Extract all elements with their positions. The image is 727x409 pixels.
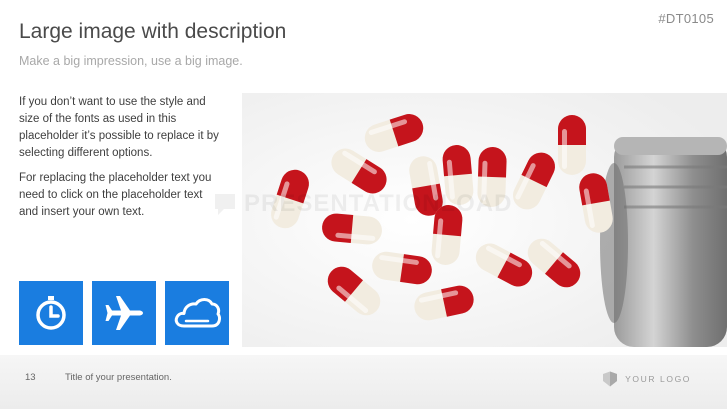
logo-text: YOUR LOGO	[625, 374, 691, 384]
airplane-tile	[92, 281, 156, 345]
slide-title: Large image with description	[19, 20, 287, 43]
stopwatch-icon	[36, 296, 66, 330]
logo-icon	[603, 371, 618, 387]
logo: YOUR LOGO	[602, 371, 691, 387]
stopwatch-tile	[19, 281, 83, 345]
watermark-icon	[215, 194, 235, 215]
watermark-text: PRESENTATIONLOAD	[244, 190, 513, 217]
cloud-tile	[165, 281, 229, 345]
pills-photo	[242, 93, 727, 347]
slide-subtitle: Make a big impression, use a big image.	[19, 54, 243, 68]
cloud-icon	[174, 298, 222, 328]
footer-title: Title of your presentation.	[65, 372, 172, 383]
slide: #DT0105 Large image with description Mak…	[0, 0, 727, 409]
page-number: 13	[25, 372, 36, 383]
paragraph-1: If you don’t want to use the style and s…	[19, 96, 219, 159]
airplane-icon	[105, 296, 143, 330]
slide-code: #DT0105	[658, 11, 714, 26]
description-text: If you don’t want to use the style and s…	[19, 94, 219, 229]
paragraph-2: For replacing the placeholder text you n…	[19, 172, 212, 218]
pill-bottle	[600, 137, 727, 347]
pills-image	[242, 93, 727, 347]
watermark: PRESENTATIONLOAD	[212, 190, 512, 218]
icon-row	[19, 281, 229, 345]
